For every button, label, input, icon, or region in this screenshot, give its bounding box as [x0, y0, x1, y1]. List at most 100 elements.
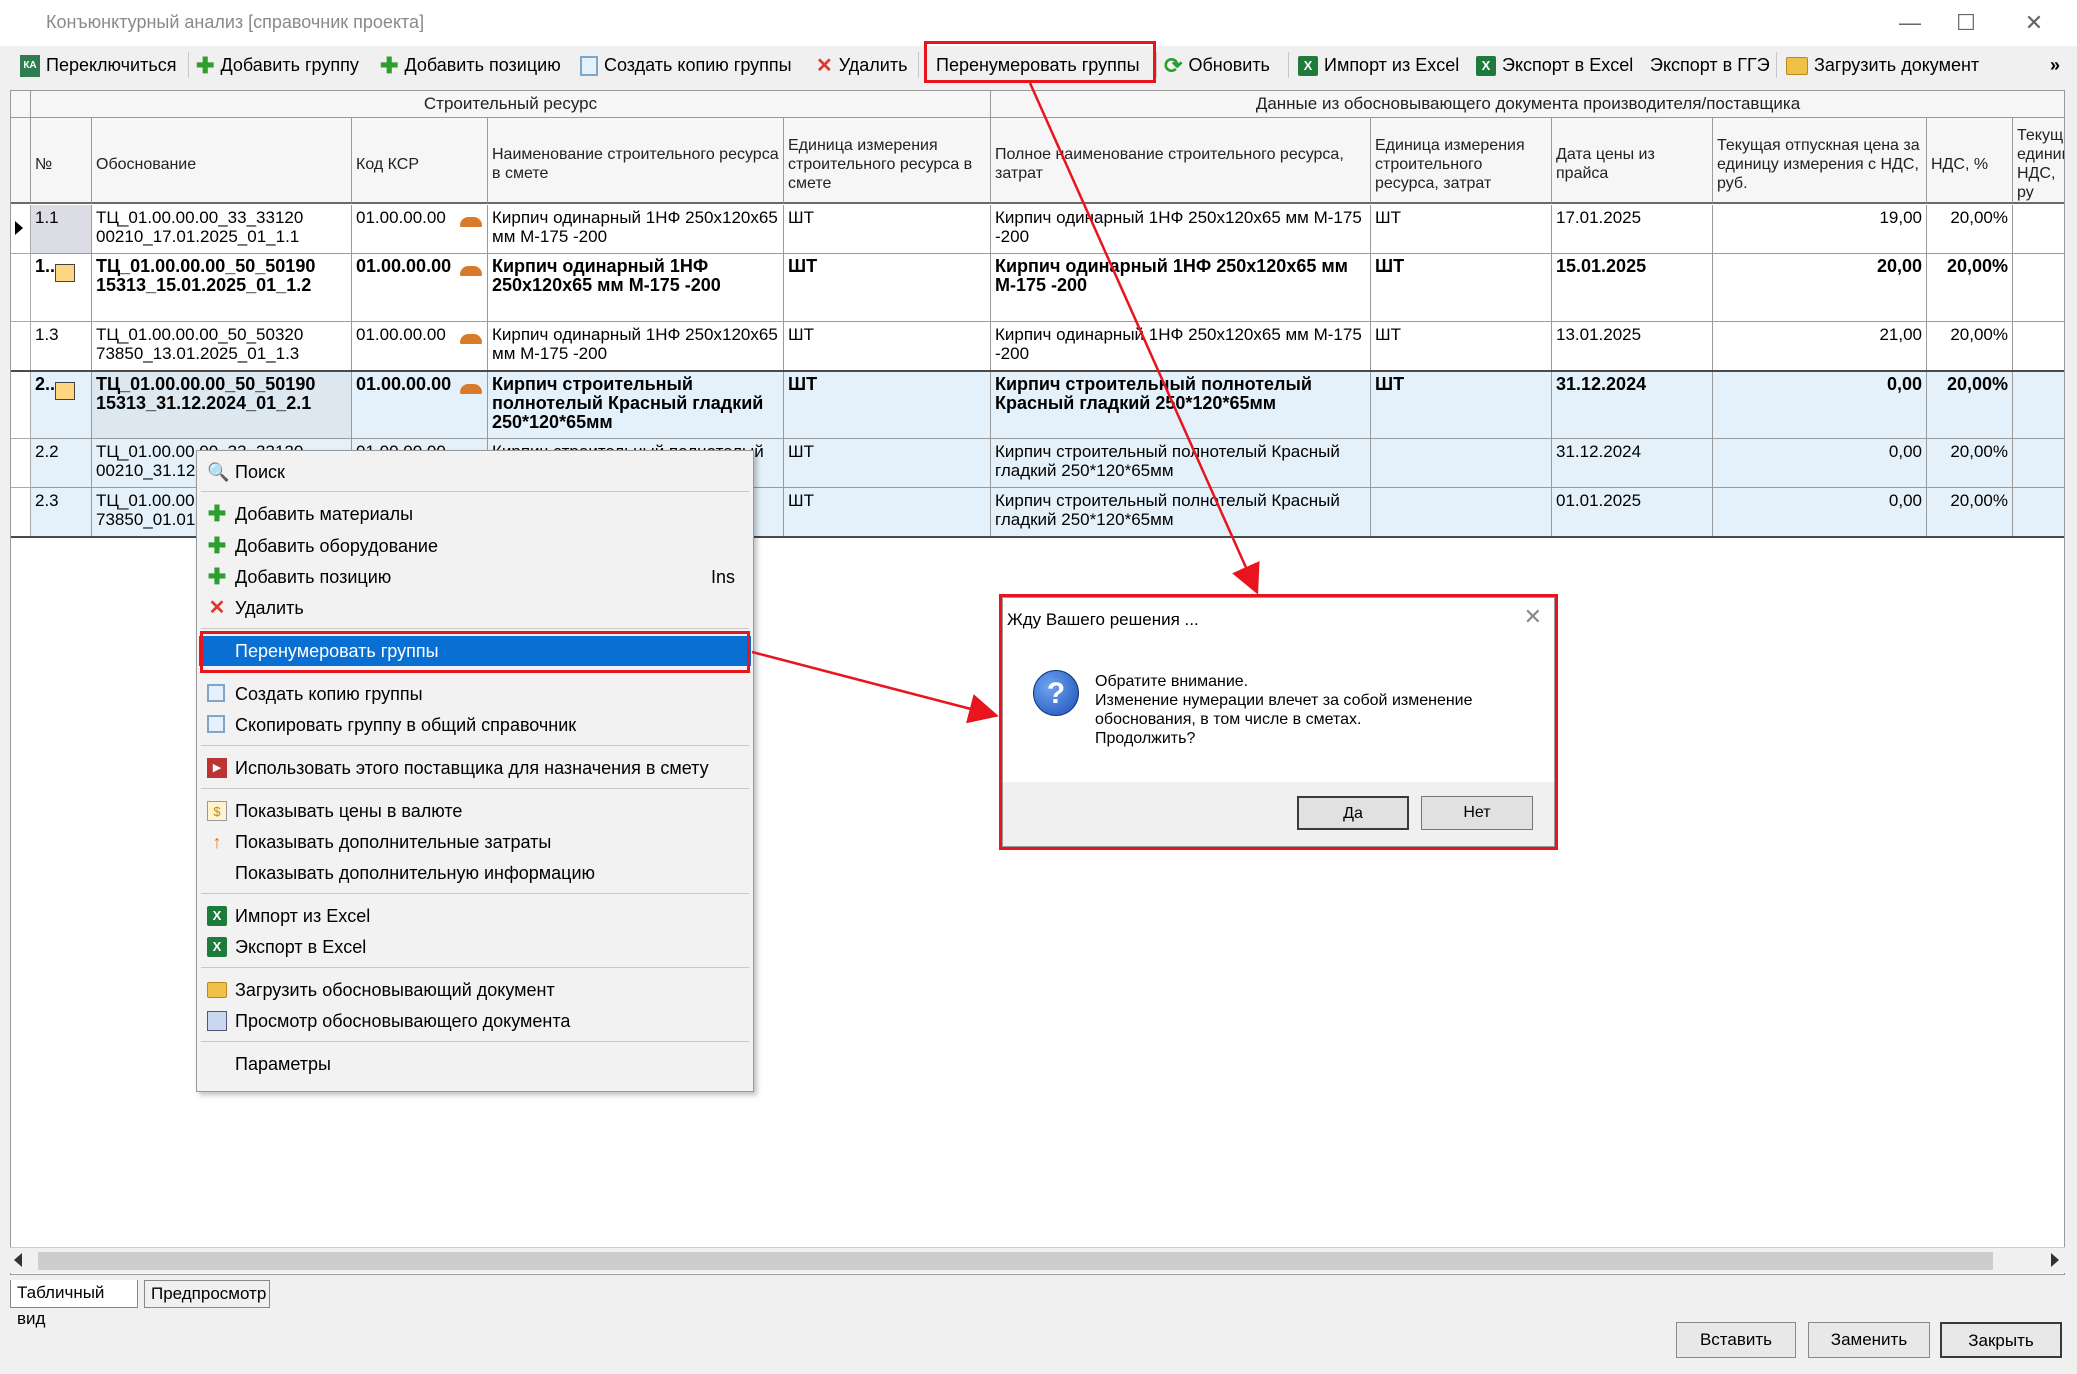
menu-item-search[interactable]: 🔍 Поиск: [199, 457, 751, 487]
row2-extra[interactable]: [2013, 254, 2064, 322]
row5-price[interactable]: 0,00: [1713, 439, 1927, 488]
row5-full-name[interactable]: Кирпич строительный полнотелый Красный г…: [991, 439, 1371, 488]
maximize-icon[interactable]: ☐: [1946, 8, 1986, 38]
col-header-full-name[interactable]: Полное наименование строительного ресурс…: [991, 118, 1371, 204]
row4-unit[interactable]: ШТ: [784, 372, 991, 439]
menu-item-load-document[interactable]: Загрузить обосновывающий документ: [199, 975, 751, 1005]
row6-price[interactable]: 0,00: [1713, 488, 1927, 537]
row3-full-name[interactable]: Кирпич одинарный 1НФ 250х120х65 мм М-175…: [991, 322, 1371, 371]
tab-table-view[interactable]: Табличный вид: [10, 1280, 138, 1328]
row6-unit2[interactable]: [1371, 488, 1552, 537]
row-selector[interactable]: [11, 322, 31, 371]
row1-full-name[interactable]: Кирпич одинарный 1НФ 250х120х65 мм М-175…: [991, 205, 1371, 254]
col-header-unit2[interactable]: Единица измерения строительного ресурса,…: [1371, 118, 1552, 204]
row2-unit[interactable]: ШТ: [784, 254, 991, 322]
tab-preview[interactable]: Предпросмотр: [144, 1280, 270, 1308]
row4-date[interactable]: 31.12.2024: [1552, 372, 1713, 439]
row1-name[interactable]: Кирпич одинарный 1НФ 250х120х65 мм М-175…: [488, 205, 784, 254]
row5-unit[interactable]: ШТ: [784, 439, 991, 488]
row1-unit[interactable]: ШТ: [784, 205, 991, 254]
close-icon[interactable]: ✕: [2014, 8, 2054, 38]
row5-date[interactable]: 31.12.2024: [1552, 439, 1713, 488]
row1-extra[interactable]: [2013, 205, 2064, 254]
row3-extra[interactable]: [2013, 322, 2064, 371]
close-button[interactable]: Закрыть: [1940, 1322, 2062, 1358]
col-header-date[interactable]: Дата цены из прайса: [1552, 118, 1713, 204]
row2-date[interactable]: 15.01.2025: [1552, 254, 1713, 322]
row1-unit2[interactable]: ШТ: [1371, 205, 1552, 254]
row2-full-name[interactable]: Кирпич одинарный 1НФ 250х120х65 мм М-175…: [991, 254, 1371, 322]
menu-item-use-supplier[interactable]: ▶ Использовать этого поставщика для назна…: [199, 753, 751, 783]
refresh-button[interactable]: ⟳ Обновить: [1164, 50, 1270, 80]
row6-date[interactable]: 01.01.2025: [1552, 488, 1713, 537]
menu-item-show-extra-info[interactable]: Показывать дополнительную информацию: [199, 858, 751, 888]
col-header-price[interactable]: Текущая отпускная цена за единицу измере…: [1713, 118, 1927, 204]
menu-item-show-extra-costs[interactable]: ↑ Показывать дополнительные затраты: [199, 827, 751, 857]
row-selector[interactable]: [11, 439, 31, 488]
row6-extra[interactable]: [2013, 488, 2064, 537]
add-position-button[interactable]: ✚ Добавить позицию: [380, 50, 561, 80]
col-header-ksr[interactable]: Код КСР: [352, 118, 488, 204]
row1-price[interactable]: 19,00: [1713, 205, 1927, 254]
row6-full-name[interactable]: Кирпич строительный полнотелый Красный г…: [991, 488, 1371, 537]
row4-unit2[interactable]: ШТ: [1371, 372, 1552, 439]
row2-basis[interactable]: ТЦ_01.00.00.00_50_50190 15313_15.01.2025…: [92, 254, 352, 322]
row1-num[interactable]: 1.1: [31, 205, 92, 254]
row3-date[interactable]: 13.01.2025: [1552, 322, 1713, 371]
col-header-price-no-vat[interactable]: Текуща единиц НДС, ру: [2013, 118, 2064, 204]
row4-full-name[interactable]: Кирпич строительный полнотелый Красный г…: [991, 372, 1371, 439]
toolbar-overflow-button[interactable]: »: [2050, 50, 2060, 80]
row4-num[interactable]: 2...: [31, 372, 92, 439]
import-excel-button[interactable]: X Импорт из Excel: [1298, 50, 1459, 80]
row-selector[interactable]: [11, 488, 31, 537]
row1-date[interactable]: 17.01.2025: [1552, 205, 1713, 254]
menu-item-copy-group[interactable]: Создать копию группы: [199, 679, 751, 709]
scroll-left-icon[interactable]: [14, 1253, 22, 1267]
row-selector[interactable]: [11, 372, 31, 439]
switch-button[interactable]: КА Переключиться: [20, 50, 176, 80]
col-header-unit[interactable]: Единица измерения строительного ресурса …: [784, 118, 991, 204]
menu-item-delete[interactable]: ✕ Удалить: [199, 593, 751, 623]
col-header-num[interactable]: №: [31, 118, 92, 204]
add-group-button[interactable]: ✚ Добавить группу: [196, 50, 359, 80]
row3-vat[interactable]: 20,00%: [1927, 322, 2013, 371]
delete-button[interactable]: ✕ Удалить: [816, 50, 908, 80]
row3-num[interactable]: 1.3: [31, 322, 92, 371]
menu-item-add-position[interactable]: ✚ Добавить позицию Ins: [199, 562, 751, 592]
row5-vat[interactable]: 20,00%: [1927, 439, 2013, 488]
row4-price[interactable]: 0,00: [1713, 372, 1927, 439]
row4-basis[interactable]: ТЦ_01.00.00.00_50_50190 15313_31.12.2024…: [92, 372, 352, 439]
row1-basis[interactable]: ТЦ_01.00.00.00_33_33120 00210_17.01.2025…: [92, 205, 352, 254]
row4-extra[interactable]: [2013, 372, 2064, 439]
row2-num[interactable]: 1...: [31, 254, 92, 322]
replace-button[interactable]: Заменить: [1808, 1322, 1930, 1358]
menu-item-export-excel[interactable]: X Экспорт в Excel: [199, 932, 751, 962]
row2-ksr[interactable]: 01.00.00.00: [352, 254, 488, 322]
export-excel-button[interactable]: X Экспорт в Excel: [1476, 50, 1633, 80]
menu-item-add-materials[interactable]: ✚ Добавить материалы: [199, 499, 751, 529]
scroll-right-icon[interactable]: [2051, 1253, 2059, 1267]
row-selector[interactable]: [11, 205, 31, 254]
col-header-basis[interactable]: Обоснование: [92, 118, 352, 204]
row2-price[interactable]: 20,00: [1713, 254, 1927, 322]
insert-button[interactable]: Вставить: [1676, 1322, 1796, 1358]
row3-ksr[interactable]: 01.00.00.00: [352, 322, 488, 371]
row2-vat[interactable]: 20,00%: [1927, 254, 2013, 322]
col-header-name[interactable]: Наименование строительного ресурса в сме…: [488, 118, 784, 204]
row-selector[interactable]: [11, 254, 31, 322]
scroll-thumb[interactable]: [38, 1252, 1993, 1270]
row5-extra[interactable]: [2013, 439, 2064, 488]
horizontal-scrollbar[interactable]: [10, 1247, 2065, 1273]
row1-vat[interactable]: 20,00%: [1927, 205, 2013, 254]
row3-unit[interactable]: ШТ: [784, 322, 991, 371]
col-header-vat[interactable]: НДС, %: [1927, 118, 2013, 204]
menu-item-add-equipment[interactable]: ✚ Добавить оборудование: [199, 531, 751, 561]
menu-item-view-document[interactable]: Просмотр обосновывающего документа: [199, 1006, 751, 1036]
copy-group-button[interactable]: Создать копию группы: [580, 50, 792, 80]
row4-vat[interactable]: 20,00%: [1927, 372, 2013, 439]
menu-item-show-currency[interactable]: $ Показывать цены в валюте: [199, 796, 751, 826]
menu-item-import-excel[interactable]: X Импорт из Excel: [199, 901, 751, 931]
row3-basis[interactable]: ТЦ_01.00.00.00_50_50320 73850_13.01.2025…: [92, 322, 352, 371]
export-gge-button[interactable]: Экспорт в ГГЭ: [1650, 50, 1770, 80]
row1-ksr[interactable]: 01.00.00.00: [352, 205, 488, 254]
